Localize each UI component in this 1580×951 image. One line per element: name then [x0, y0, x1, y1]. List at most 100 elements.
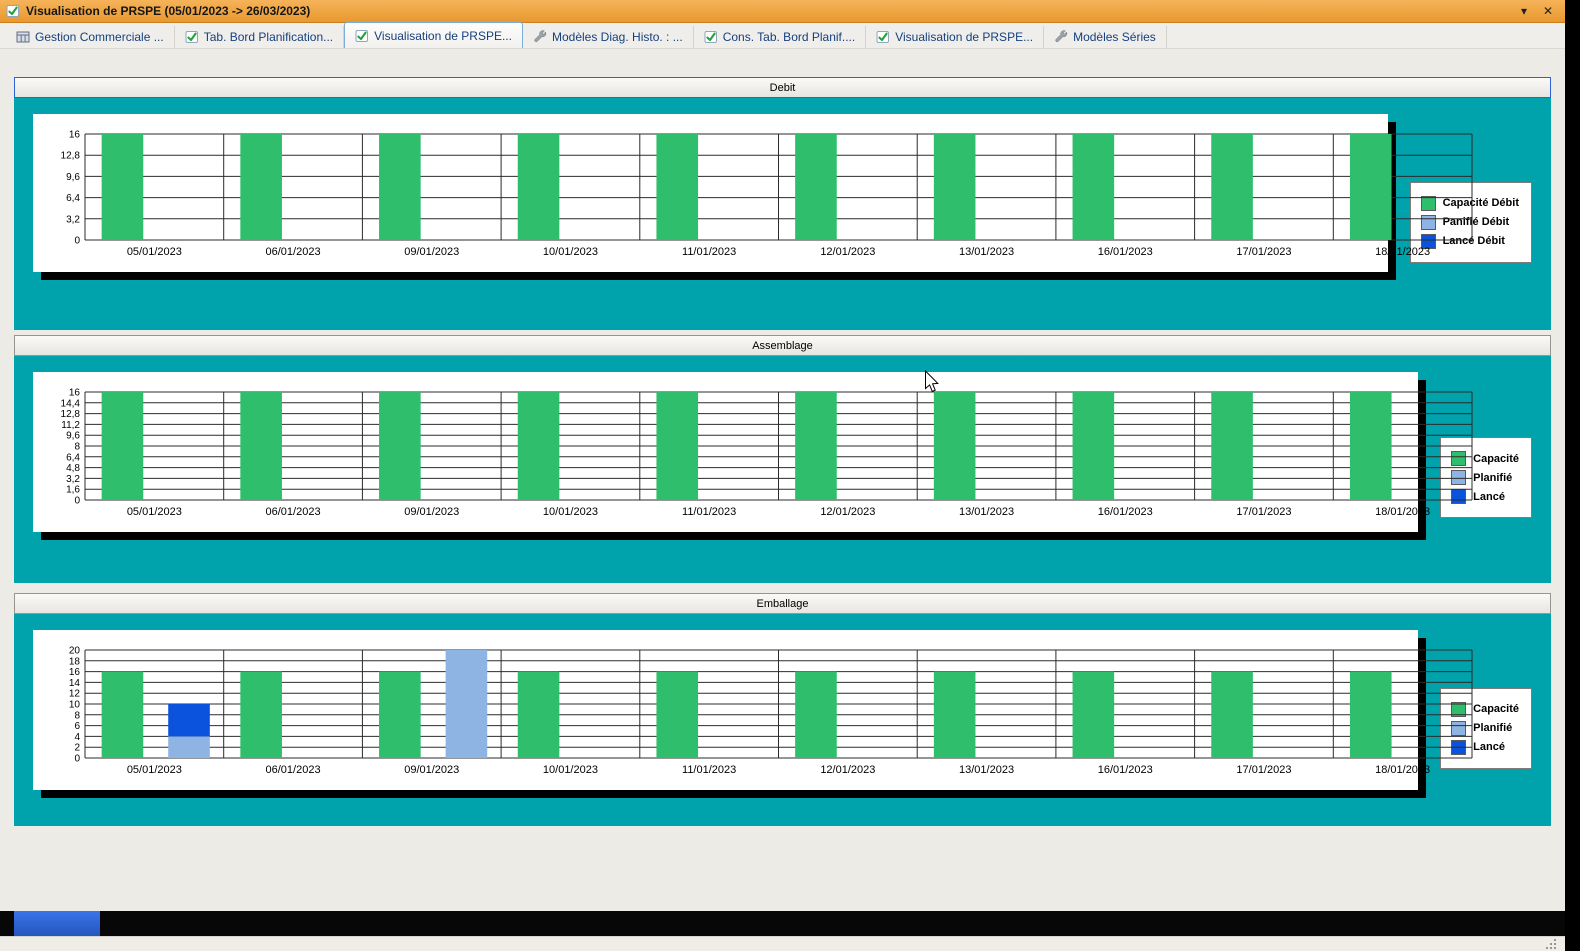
tab-4[interactable]: Cons. Tab. Bord Planif....: [694, 26, 867, 48]
svg-text:14: 14: [69, 678, 81, 689]
svg-text:14,4: 14,4: [61, 398, 81, 409]
title-bar[interactable]: Visualisation de PRSPE (05/01/2023 -> 26…: [0, 0, 1565, 23]
tab-label: Cons. Tab. Bord Planif....: [723, 30, 856, 44]
svg-text:12/01/2023: 12/01/2023: [820, 506, 875, 518]
tab-bar: Gestion Commerciale ... Tab. Bord Planifi…: [0, 23, 1565, 49]
panel-body-assemblage: 01,63,24,86,489,611,212,814,41605/01/202…: [14, 356, 1551, 583]
svg-text:8: 8: [74, 442, 80, 453]
assemblage-chart-wrap: 01,63,24,86,489,611,212,814,41605/01/202…: [33, 372, 1418, 532]
green-check-icon: [185, 30, 199, 44]
svg-text:13/01/2023: 13/01/2023: [959, 506, 1014, 518]
wrench-icon: [1054, 30, 1068, 44]
bottom-blue-panel[interactable]: [14, 911, 100, 936]
debit-chart-wrap: 03,26,49,612,81605/01/202306/01/202309/0…: [33, 114, 1388, 272]
svg-text:09/01/2023: 09/01/2023: [404, 246, 459, 258]
emballage-chart[interactable]: 02468101214161820 05/01/2023 06/01/2023 09/…: [33, 630, 1418, 790]
tab-label: Gestion Commerciale ...: [35, 30, 164, 44]
panel-header-emballage: Emballage: [14, 593, 1551, 614]
svg-text:05/01/2023: 05/01/2023: [127, 506, 182, 518]
svg-text:9,6: 9,6: [66, 172, 80, 183]
assemblage-chart[interactable]: 01,63,24,86,489,611,212,814,41605/01/202…: [33, 372, 1418, 532]
app-window: Visualisation de PRSPE (05/01/2023 -> 26…: [0, 0, 1565, 920]
svg-text:16/01/2023: 16/01/2023: [1098, 246, 1153, 258]
tab-label: Modèles Diag. Histo. : ...: [552, 30, 683, 44]
green-check-icon: [355, 29, 369, 43]
bottom-strip: [0, 911, 1565, 936]
emballage-chart-wrap: 02468101214161820 05/01/2023 06/01/2023 09/…: [33, 630, 1418, 790]
debit-chart[interactable]: 03,26,49,612,81605/01/202306/01/202309/0…: [33, 114, 1388, 272]
tab-label: Visualisation de PRSPE...: [374, 29, 512, 43]
svg-text:18: 18: [69, 656, 81, 667]
svg-text:13/01/2023: 13/01/2023: [959, 246, 1014, 258]
tab-label: Visualisation de PRSPE...: [895, 30, 1033, 44]
svg-text:05/01/2023: 05/01/2023: [127, 764, 182, 776]
green-check-icon: [704, 30, 718, 44]
panel-assemblage: Assemblage 01,63,24,86,489,611,212,814,4…: [14, 335, 1551, 583]
svg-text:11/01/2023: 11/01/2023: [682, 506, 736, 518]
tab-5[interactable]: Visualisation de PRSPE...: [866, 26, 1044, 48]
svg-text:12/01/2023: 12/01/2023: [820, 246, 875, 258]
svg-text:13/01/2023: 13/01/2023: [959, 764, 1014, 776]
panel-body-emballage: 02468101214161820 05/01/2023 06/01/2023 09/…: [14, 614, 1551, 826]
status-bar: [0, 936, 1565, 951]
app-grid-icon: [16, 30, 30, 44]
svg-text:11/01/2023: 11/01/2023: [682, 246, 736, 258]
svg-text:10/01/2023: 10/01/2023: [543, 764, 598, 776]
svg-text:11,2: 11,2: [61, 420, 80, 431]
svg-text:4: 4: [74, 732, 80, 743]
svg-text:12: 12: [69, 689, 81, 700]
svg-text:12/01/2023: 12/01/2023: [820, 764, 875, 776]
tab-1[interactable]: Tab. Bord Planification...: [175, 26, 344, 48]
panel-body-debit: 03,26,49,612,81605/01/202306/01/202309/0…: [14, 98, 1551, 330]
svg-text:06/01/2023: 06/01/2023: [266, 246, 321, 258]
svg-text:16/01/2023: 16/01/2023: [1098, 764, 1153, 776]
panel-debit: Debit 03,26,49,612,81605/01/202306/01/20…: [14, 77, 1551, 330]
window-title: Visualisation de PRSPE (05/01/2023 -> 26…: [26, 4, 1509, 18]
svg-text:6: 6: [74, 721, 80, 732]
svg-text:18/01/2023: 18/01/2023: [1375, 246, 1430, 258]
svg-text:17/01/2023: 17/01/2023: [1236, 764, 1291, 776]
svg-text:17/01/2023: 17/01/2023: [1236, 246, 1291, 258]
svg-text:0: 0: [74, 496, 80, 507]
svg-text:17/01/2023: 17/01/2023: [1236, 506, 1291, 518]
wrench-icon: [533, 30, 547, 44]
tab-0[interactable]: Gestion Commerciale ...: [6, 26, 175, 48]
svg-text:1,6: 1,6: [66, 485, 80, 496]
svg-text:11/01/2023: 11/01/2023: [682, 764, 736, 776]
panel-header-debit: Debit: [14, 77, 1551, 98]
close-button[interactable]: ✕: [1539, 1, 1557, 21]
tab-6[interactable]: Modèles Séries: [1044, 26, 1167, 48]
minimize-button[interactable]: ▾: [1515, 1, 1533, 21]
svg-text:10: 10: [69, 700, 81, 711]
svg-text:06/01/2023: 06/01/2023: [266, 764, 321, 776]
svg-text:16/01/2023: 16/01/2023: [1098, 506, 1153, 518]
svg-text:6,4: 6,4: [66, 452, 80, 463]
svg-text:18/01/2023: 18/01/2023: [1375, 764, 1430, 776]
svg-text:9,6: 9,6: [66, 431, 80, 442]
tab-label: Modèles Séries: [1073, 30, 1156, 44]
svg-text:2: 2: [74, 743, 80, 754]
svg-text:10/01/2023: 10/01/2023: [543, 506, 598, 518]
svg-text:09/01/2023: 09/01/2023: [404, 764, 459, 776]
svg-text:20: 20: [69, 646, 81, 657]
resize-grip[interactable]: [1545, 938, 1557, 950]
svg-text:6,4: 6,4: [66, 193, 80, 204]
svg-text:10/01/2023: 10/01/2023: [543, 246, 598, 258]
svg-text:0: 0: [74, 236, 80, 247]
svg-text:3,2: 3,2: [66, 474, 80, 485]
svg-text:06/01/2023: 06/01/2023: [266, 506, 321, 518]
svg-text:0: 0: [74, 754, 80, 765]
svg-text:4,8: 4,8: [66, 463, 80, 474]
tab-3[interactable]: Modèles Diag. Histo. : ...: [523, 26, 694, 48]
svg-text:09/01/2023: 09/01/2023: [404, 506, 459, 518]
svg-text:05/01/2023: 05/01/2023: [127, 246, 182, 258]
tab-2[interactable]: Visualisation de PRSPE...: [344, 22, 523, 48]
green-check-icon: [876, 30, 890, 44]
panel-emballage: Emballage 02468101214161820 05/01/2023 06/…: [14, 593, 1551, 826]
svg-text:12,8: 12,8: [61, 151, 81, 162]
main-content: Debit 0 3,2 6,4 9,6 12,8 16 05/01/2023 06/01/20…: [0, 49, 1565, 911]
svg-text:16: 16: [69, 667, 81, 678]
svg-text:8: 8: [74, 710, 80, 721]
svg-text:16: 16: [69, 388, 81, 399]
tab-label: Tab. Bord Planification...: [204, 30, 333, 44]
